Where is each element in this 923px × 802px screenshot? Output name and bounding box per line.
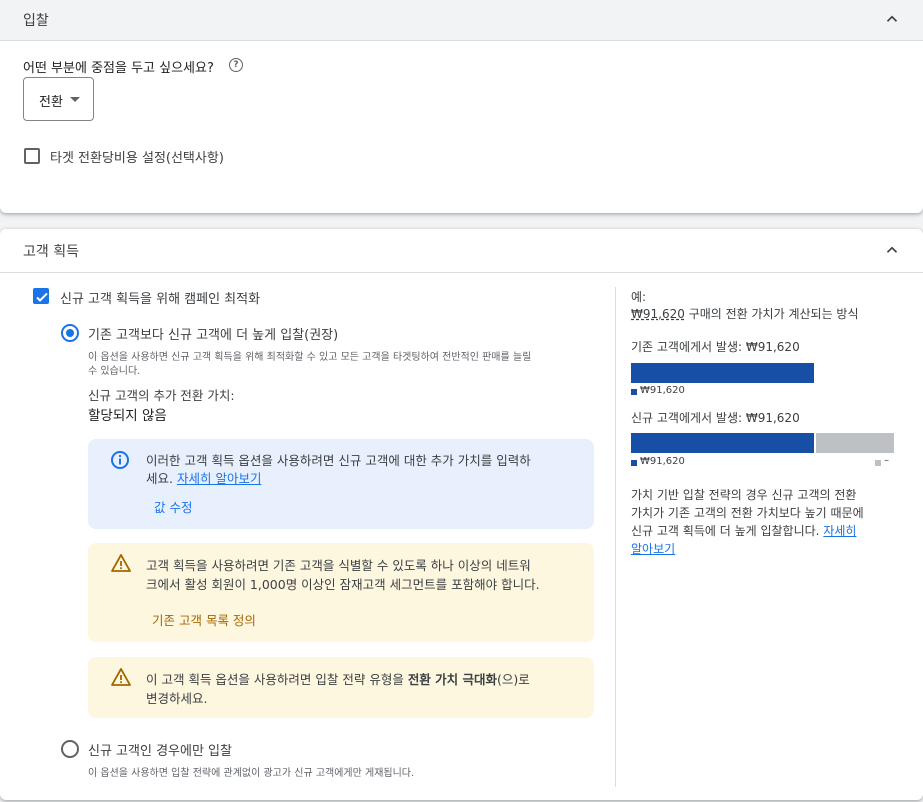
target-cpa-label: 타겟 전환당비용 설정(선택사항) xyxy=(50,151,224,166)
explain-learn-more-link[interactable]: 자세히 xyxy=(823,524,856,538)
new-only-desc: 이 옵션을 사용하면 입찰 전략에 관계없이 광고가 신규 고객에게만 게재됩니… xyxy=(88,768,415,779)
learn-more-link[interactable]: 자세히 알아보기 xyxy=(177,471,261,486)
focus-select-value: 전환 xyxy=(39,95,63,110)
chevron-up-icon[interactable] xyxy=(883,241,901,259)
focus-question: 어떤 부분에 중점을 두고 싶으세요? xyxy=(23,61,214,76)
explain-text-3: 신규 고객 획득에 더 높게 입찰합니다. 자세히 xyxy=(631,522,856,539)
help-icon[interactable]: ? xyxy=(229,58,243,72)
new-bar-value: ₩91,620 xyxy=(640,456,685,467)
dropdown-arrow-icon xyxy=(70,97,80,102)
vertical-divider xyxy=(615,287,616,787)
existing-value-bar xyxy=(631,363,814,383)
new-customer-label: 신규 고객에게서 발생: ₩91,620 xyxy=(631,411,800,425)
target-cpa-checkbox[interactable] xyxy=(24,148,40,164)
bidding-header[interactable]: 입찰 xyxy=(0,0,923,41)
optimize-new-customers-checkbox[interactable] xyxy=(33,288,49,304)
new-extra-value: – xyxy=(884,455,889,466)
new-only-radio[interactable] xyxy=(61,740,79,758)
focus-select[interactable]: 전환 xyxy=(23,77,94,121)
bidding-card: 입찰 어떤 부분에 중점을 두고 싶으세요? ? 전환 타겟 전환당비용 설정(… xyxy=(0,0,923,213)
existing-customer-label: 기존 고객에게서 발생: ₩91,620 xyxy=(631,340,800,354)
explain-text-3-prefix: 신규 고객 획득에 더 높게 입찰합니다. xyxy=(631,524,820,538)
edit-value-button[interactable]: 값 수정 xyxy=(154,497,192,516)
example-sentence: ₩91,620 구매의 전환 가치가 계산되는 방식 xyxy=(631,305,859,322)
new-base-value-bar xyxy=(631,433,814,453)
new-base-legend-swatch xyxy=(631,460,637,466)
warning-strategy-text-1: 이 고객 획득 옵션을 사용하려면 입찰 전략 유형을 전환 가치 극대화(으)… xyxy=(146,669,530,688)
warning-strategy-bold: 전환 가치 극대화 xyxy=(407,672,498,687)
checkmark-icon xyxy=(36,292,48,302)
warning-icon xyxy=(111,668,131,686)
bid-higher-label: 기존 고객보다 신규 고객에 더 높게 입찰(권장) xyxy=(88,328,339,343)
example-amount[interactable]: ₩91,620 xyxy=(631,307,685,321)
optimize-new-customers-label: 신규 고객 획득을 위해 캠페인 최적화 xyxy=(60,292,261,307)
existing-legend-swatch xyxy=(631,389,637,395)
define-customer-list-button[interactable]: 기존 고객 목록 정의 xyxy=(152,610,256,629)
explain-learn-more-link-2[interactable]: 알아보기 xyxy=(631,540,675,557)
info-text-1: 이러한 고객 획득 옵션을 사용하려면 신규 고객에 대한 추가 가치를 입력하 xyxy=(146,453,531,468)
new-extra-value-bar xyxy=(816,433,894,453)
new-extra-legend-swatch xyxy=(875,460,881,466)
info-text-2-prefix: 세요. xyxy=(146,471,173,486)
bid-higher-radio[interactable] xyxy=(61,324,79,342)
info-icon xyxy=(111,451,129,469)
warning-strategy-text-2: 변경하세요. xyxy=(146,691,208,706)
bid-higher-desc-2: 수 있습니다. xyxy=(88,366,141,377)
explain-text-2: 가치가 기존 고객의 전환 가치보다 높기 때문에 xyxy=(631,506,864,520)
explain-text-1: 가치 기반 입찰 전략의 경우 신규 고객의 전환 xyxy=(631,488,857,502)
bid-higher-desc-1: 이 옵션을 사용하면 신규 고객 획득을 위해 최적화할 수 있고 모든 고객을… xyxy=(88,352,532,363)
new-only-label: 신규 고객인 경우에만 입찰 xyxy=(88,744,232,759)
extra-value: 할당되지 않음 xyxy=(88,408,167,424)
extra-value-label: 신규 고객의 추가 전환 가치: xyxy=(88,388,235,403)
warning-audience-text-1: 고객 획득을 사용하려면 기존 고객을 식별할 수 있도록 하나 이상의 네트워 xyxy=(146,558,531,573)
example-amount-suffix: 구매의 전환 가치가 계산되는 방식 xyxy=(688,307,859,321)
acquisition-header[interactable]: 고객 획득 xyxy=(0,229,923,273)
warning-strategy-suffix: (으)로 xyxy=(497,672,530,687)
info-text-2: 세요. 자세히 알아보기 xyxy=(146,468,261,487)
example-heading: 예: xyxy=(631,290,647,304)
bidding-title: 입찰 xyxy=(23,13,49,29)
warning-icon xyxy=(111,554,131,572)
acquisition-title: 고객 획득 xyxy=(23,244,79,260)
warning-strategy-prefix: 이 고객 획득 옵션을 사용하려면 입찰 전략 유형을 xyxy=(146,672,404,687)
warning-audience-text-2: 크에서 활성 회원이 1,000명 이상인 잠재고객 세그먼트를 포함해야 합니… xyxy=(146,577,540,592)
chevron-up-icon[interactable] xyxy=(883,10,901,28)
existing-bar-value: ₩91,620 xyxy=(640,385,685,396)
